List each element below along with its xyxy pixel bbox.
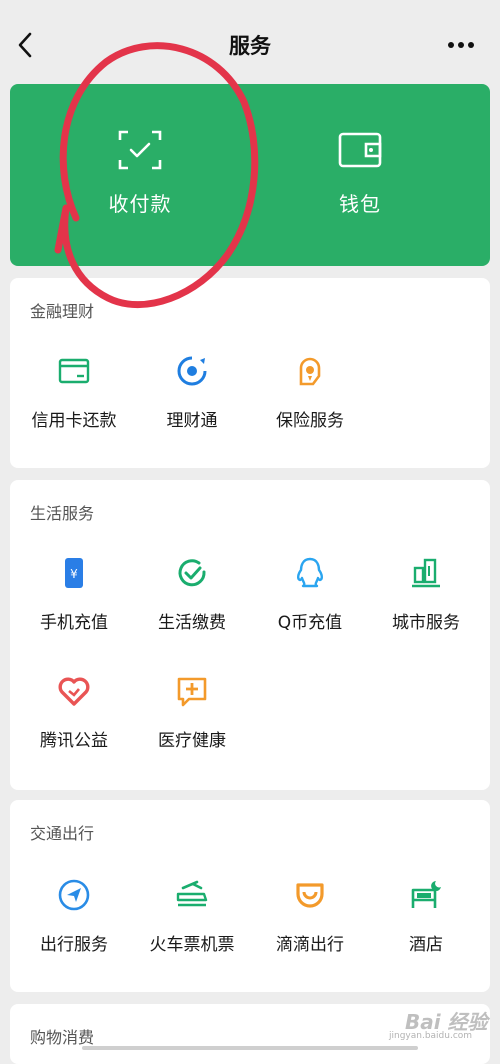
charity-heart-icon	[57, 674, 91, 708]
service-hotel[interactable]: 酒店	[366, 878, 486, 978]
service-label: 出行服务	[40, 935, 108, 955]
service-credit-card-repay[interactable]: 信用卡还款	[14, 354, 134, 454]
section-finance: 金融理财 信用卡还款 理财通 保险服务	[10, 278, 490, 468]
service-label: 生活缴费	[158, 613, 226, 633]
service-label: 手机充值	[40, 613, 108, 633]
train-ticket-icon	[175, 878, 209, 912]
hotel-icon	[409, 878, 443, 912]
service-label: 腾讯公益	[40, 731, 108, 751]
service-didi[interactable]: 滴滴出行	[250, 878, 370, 978]
qq-coin-icon	[293, 556, 327, 590]
section-transport: 交通出行 出行服务 火车票机票 滴滴出行 酒店	[10, 800, 490, 992]
scroll-indicator	[82, 1046, 418, 1050]
service-label: 城市服务	[392, 613, 460, 633]
service-medical[interactable]: 医疗健康	[132, 674, 252, 774]
service-city[interactable]: 城市服务	[366, 556, 486, 656]
service-label: 医疗健康	[158, 731, 226, 751]
hero-item-pay[interactable]: 收付款	[20, 84, 260, 266]
hero-item-wallet[interactable]: 钱包	[240, 84, 480, 266]
scan-pay-icon	[116, 128, 164, 172]
service-label: 火车票机票	[149, 935, 235, 955]
service-phone-recharge[interactable]: ¥ 手机充值	[14, 556, 134, 656]
section-life-services: 生活服务 ¥ 手机充值 生活缴费 Q币充值 城市服务 腾讯公益 医疗健康	[10, 480, 490, 790]
utility-payment-icon	[175, 556, 209, 590]
travel-navigation-icon	[57, 878, 91, 912]
top-bar: 服务	[0, 0, 500, 84]
hero-label-pay: 收付款	[108, 192, 172, 216]
service-insurance[interactable]: 保险服务	[250, 354, 370, 454]
service-label: 滴滴出行	[276, 935, 344, 955]
service-tencent-charity[interactable]: 腾讯公益	[14, 674, 134, 774]
watermark-logo: Bai 经验 jingyan.baidu.com	[377, 996, 492, 1046]
service-train-flight[interactable]: 火车票机票	[132, 878, 252, 978]
service-label: 酒店	[409, 935, 443, 955]
medical-icon	[175, 674, 209, 708]
licaitong-icon	[175, 354, 209, 388]
service-utility-payment[interactable]: 生活缴费	[132, 556, 252, 656]
phone-recharge-icon: ¥	[57, 556, 91, 590]
svg-text:¥: ¥	[70, 567, 78, 581]
section-title: 生活服务	[30, 504, 95, 523]
service-licaitong[interactable]: 理财通	[132, 354, 252, 454]
city-service-icon	[409, 556, 443, 590]
credit-card-icon	[57, 354, 91, 388]
service-label: 信用卡还款	[31, 411, 117, 431]
section-title: 金融理财	[30, 302, 95, 321]
hero-label-wallet: 钱包	[339, 192, 381, 216]
service-label: Q币充值	[277, 613, 343, 633]
service-label: 保险服务	[276, 411, 344, 431]
wallet-icon	[336, 128, 384, 172]
more-options-icon[interactable]	[444, 30, 478, 60]
insurance-icon	[293, 354, 327, 388]
service-qq-coin[interactable]: Q币充值	[250, 556, 370, 656]
section-title: 交通出行	[30, 824, 95, 843]
service-label: 理财通	[166, 411, 218, 431]
didi-icon	[293, 878, 327, 912]
payment-hero-card: 收付款 钱包	[10, 84, 490, 320]
watermark-url: jingyan.baidu.com	[389, 1031, 473, 1041]
service-travel[interactable]: 出行服务	[14, 878, 134, 978]
page-title: 服务	[229, 34, 271, 58]
section-title: 购物消费	[30, 1028, 95, 1047]
